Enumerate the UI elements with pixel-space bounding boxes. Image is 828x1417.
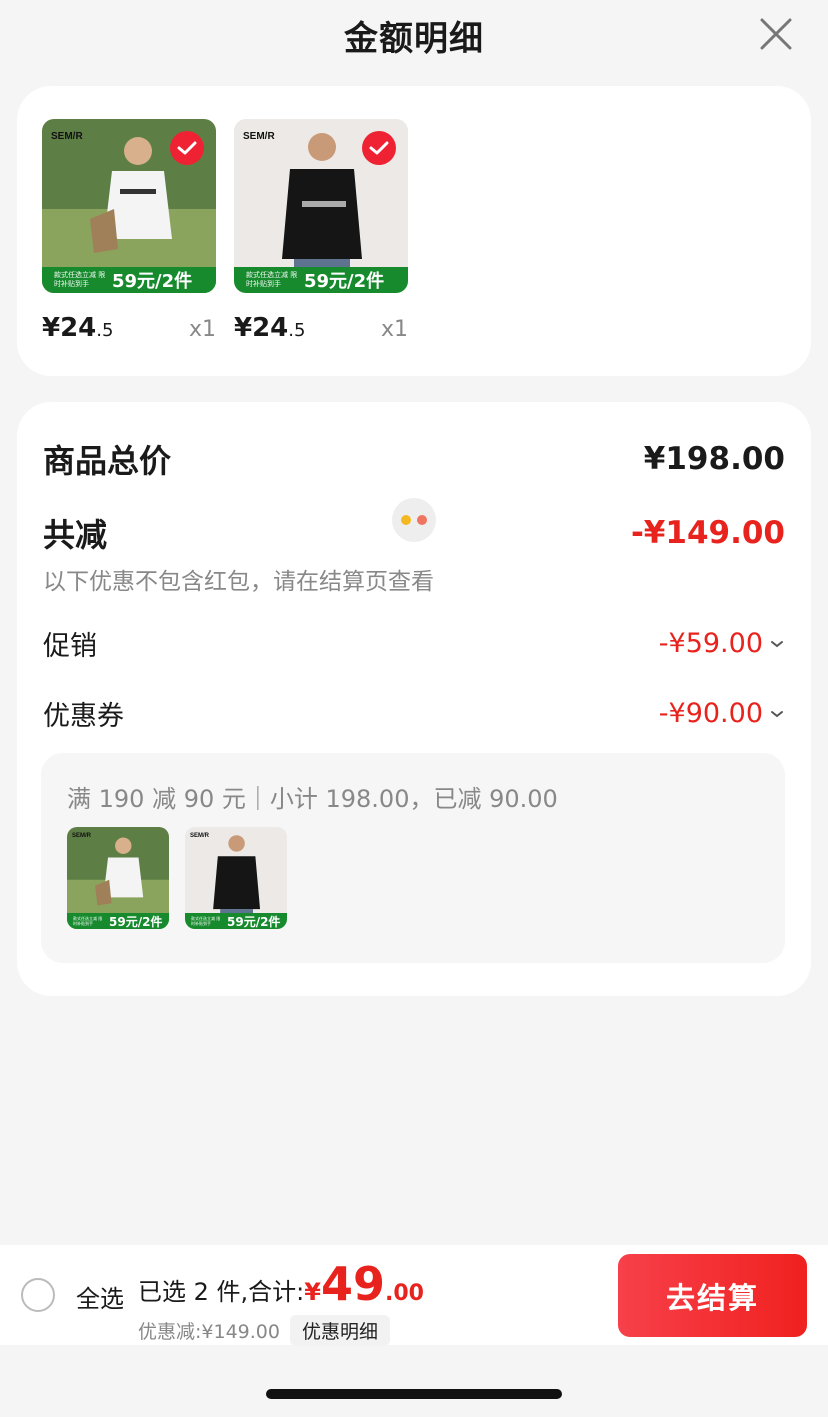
promo-band: 款式任选立减 限时补贴到手 59元/2件 xyxy=(67,913,169,929)
coupon-product-thumb[interactable]: SEM/R 款式任选立减 限时补贴到手 59元/2件 xyxy=(67,827,169,929)
brand-logo: SEM/R xyxy=(51,131,83,142)
select-all-radio[interactable] xyxy=(21,1278,55,1312)
coupon-label: 优惠券 xyxy=(43,701,124,732)
header: 金额明细 xyxy=(0,0,828,70)
reduction-note: 以下优惠不包含红包，请在结算页查看 xyxy=(43,569,434,595)
promo-band: 款式任选立减 限时补贴到手 59元/2件 xyxy=(185,913,287,929)
promo-subtext: 款式任选立减 限时补贴到手 xyxy=(54,271,106,288)
chevron-down-icon[interactable] xyxy=(769,709,785,719)
product-quantity: x1 xyxy=(188,317,216,342)
brand-logo: SEM/R xyxy=(72,833,92,839)
currency-symbol: ¥ xyxy=(304,1278,321,1306)
selected-products-card: SEM/R 款式任选立减 限时补贴到手 59元/2件 ¥24.5 x1 SEM/… xyxy=(17,86,811,376)
promo-price: 59元/2件 xyxy=(304,271,385,292)
price-summary-card: 商品总价 ¥198.00 共减 -¥149.00 以下优惠不包含红包，请在结算页… xyxy=(17,402,811,996)
product-image[interactable]: SEM/R 款式任选立减 限时补贴到手 59元/2件 xyxy=(42,119,216,293)
brand-logo: SEM/R xyxy=(190,833,210,839)
promo-price: 59元/2件 xyxy=(112,271,193,292)
checkout-button[interactable]: 去结算 xyxy=(618,1254,807,1337)
page-title: 金额明细 xyxy=(344,18,484,59)
checked-icon[interactable] xyxy=(170,131,204,165)
discount-detail-button[interactable]: 优惠明细 xyxy=(289,1315,390,1346)
coupon-row[interactable]: 优惠券 -¥90.00 xyxy=(43,694,785,733)
product-image[interactable]: SEM/R 款式任选立减 限时补贴到手 59元/2件 xyxy=(234,119,408,293)
total-price-label: 商品总价 xyxy=(43,442,172,480)
select-all-label[interactable]: 全选 xyxy=(76,1279,124,1314)
checked-icon[interactable] xyxy=(362,131,396,165)
promo-subtext: 款式任选立减 限时补贴到手 xyxy=(246,271,298,288)
total-reduction-row: 共减 -¥149.00 xyxy=(43,510,785,556)
discount-text: 优惠减:¥149.00 xyxy=(138,1321,280,1343)
product-item[interactable]: SEM/R 款式任选立减 限时补贴到手 59元/2件 ¥24.5 x1 xyxy=(42,119,216,343)
total-amount-decimal: .00 xyxy=(384,1281,424,1306)
total-amount: 49 xyxy=(320,1257,385,1311)
coupon-value: -¥90.00 xyxy=(658,698,763,729)
selected-summary: 已选 2 件,合计: ¥ 49 .00 xyxy=(138,1257,424,1311)
close-icon[interactable] xyxy=(758,16,794,52)
selected-count-text: 已选 2 件,合计: xyxy=(138,1278,305,1306)
product-quantity: x1 xyxy=(380,317,408,342)
promo-band: 款式任选立减 限时补贴到手 59元/2件 xyxy=(42,267,216,293)
product-price: ¥24.5 xyxy=(42,313,114,343)
home-indicator xyxy=(266,1389,562,1399)
total-price-row: 商品总价 ¥198.00 xyxy=(43,436,785,482)
checkout-bar: 全选 已选 2 件,合计: ¥ 49 .00 优惠减:¥149.00 优惠明细 … xyxy=(0,1245,828,1346)
coupon-detail-box: 满 190 减 90 元｜小计 198.00，已减 90.00 SEM/R 款式… xyxy=(41,753,785,963)
promo-band: 款式任选立减 限时补贴到手 59元/2件 xyxy=(234,267,408,293)
total-reduction-label: 共减 xyxy=(43,516,108,554)
promotion-label: 促销 xyxy=(43,631,97,662)
coupon-product-thumb[interactable]: SEM/R 款式任选立减 限时补贴到手 59元/2件 xyxy=(185,827,287,929)
coupon-detail-text: 满 190 减 90 元｜小计 198.00，已减 90.00 xyxy=(67,785,558,813)
promotion-row[interactable]: 促销 -¥59.00 xyxy=(43,624,785,663)
product-item[interactable]: SEM/R 款式任选立减 限时补贴到手 59元/2件 ¥24.5 x1 xyxy=(234,119,408,343)
promotion-value: -¥59.00 xyxy=(658,628,763,659)
brand-logo: SEM/R xyxy=(243,131,275,142)
product-price: ¥24.5 xyxy=(234,313,306,343)
total-price-value: ¥198.00 xyxy=(643,441,785,477)
total-reduction-value: -¥149.00 xyxy=(630,515,785,551)
chevron-down-icon[interactable] xyxy=(769,639,785,649)
